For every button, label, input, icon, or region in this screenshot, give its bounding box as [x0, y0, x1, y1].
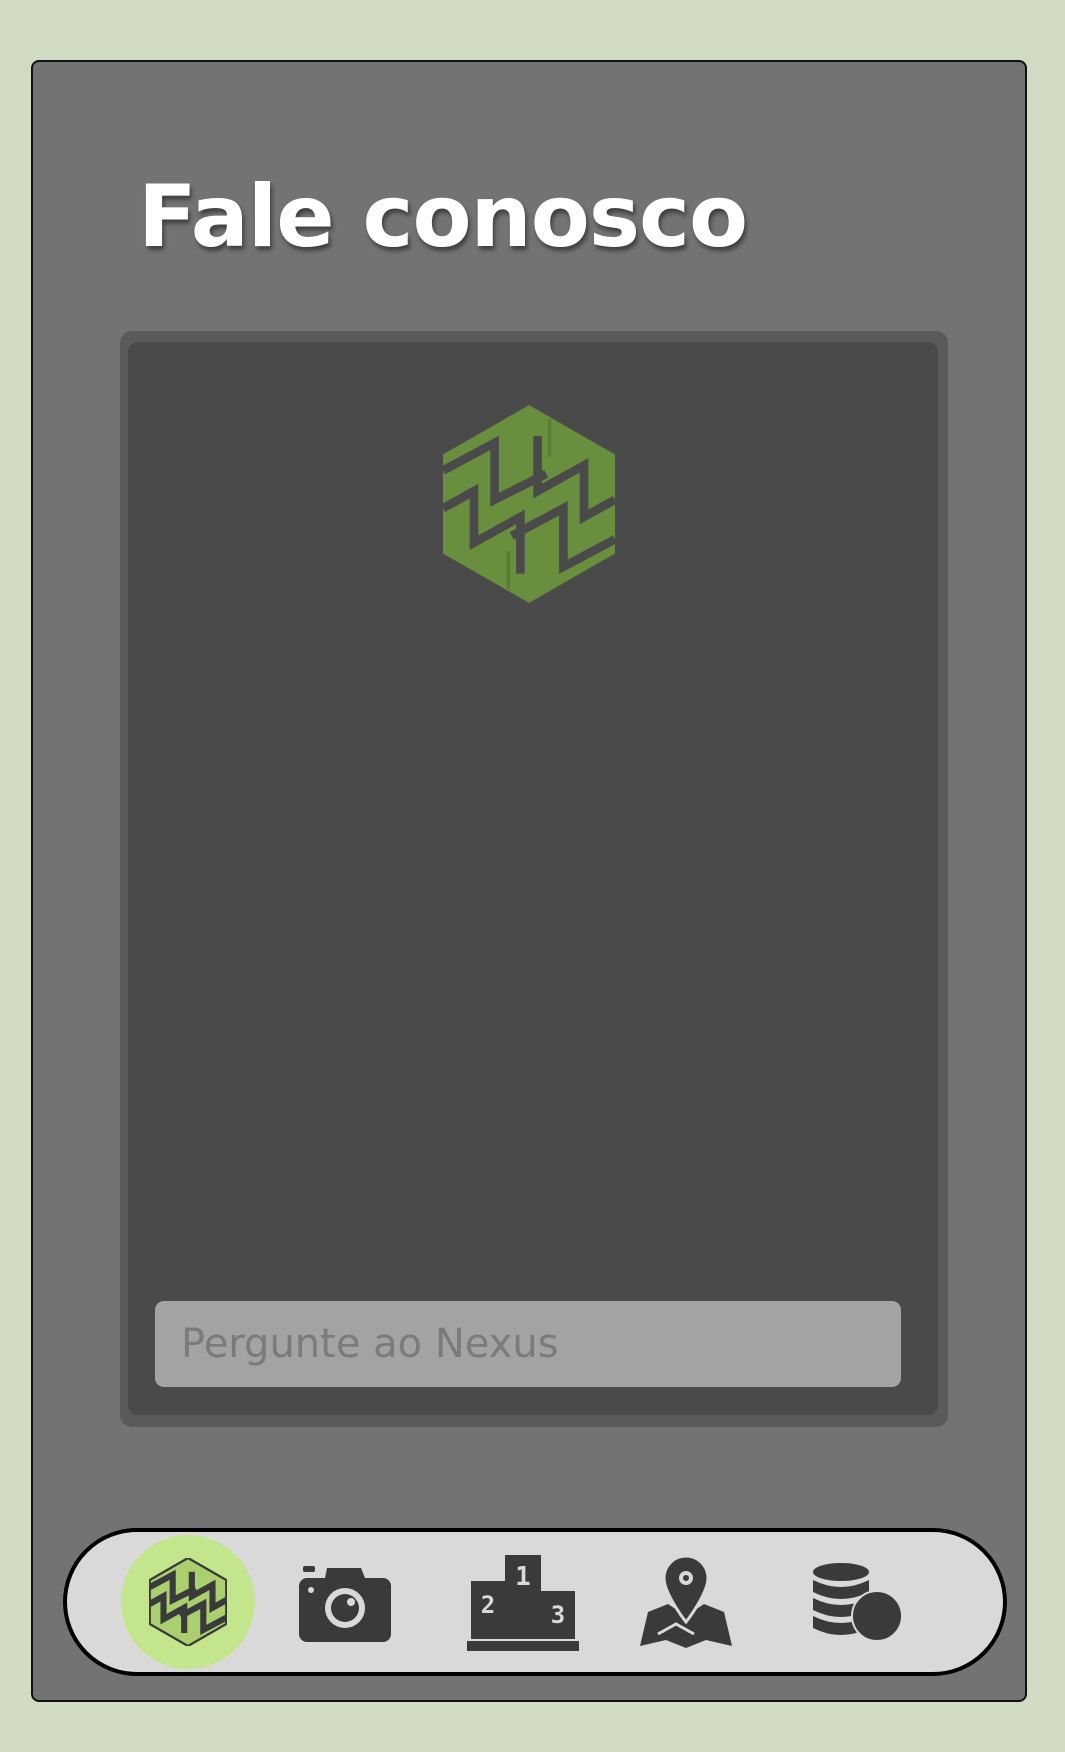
app-frame: Fale conosco Pergunte ao Nexus 1 2 3	[31, 60, 1027, 1702]
nexus-logo-icon	[443, 405, 615, 603]
chat-message-area[interactable]	[128, 342, 938, 1415]
coins-stack-icon	[813, 1563, 903, 1642]
nav-item-camera[interactable]	[297, 1562, 393, 1642]
page-title: Fale conosco	[138, 167, 748, 267]
nav-item-ranking[interactable]: 1 2 3	[467, 1553, 579, 1651]
svg-text:3: 3	[551, 1601, 565, 1629]
nav-item-nexus[interactable]	[121, 1535, 255, 1669]
nav-item-map[interactable]	[638, 1554, 734, 1650]
nav-item-coins[interactable]	[811, 1562, 903, 1642]
podium-ranking-icon: 1 2 3	[467, 1555, 579, 1651]
svg-text:2: 2	[481, 1591, 495, 1619]
bottom-navigation-bar: 1 2 3	[63, 1528, 1007, 1676]
map-pin-icon	[640, 1554, 732, 1648]
chat-panel	[120, 331, 948, 1427]
ask-nexus-input[interactable]	[155, 1301, 901, 1387]
camera-icon	[299, 1566, 391, 1642]
svg-text:1: 1	[515, 1562, 531, 1592]
nexus-hexagon-icon	[149, 1558, 227, 1646]
